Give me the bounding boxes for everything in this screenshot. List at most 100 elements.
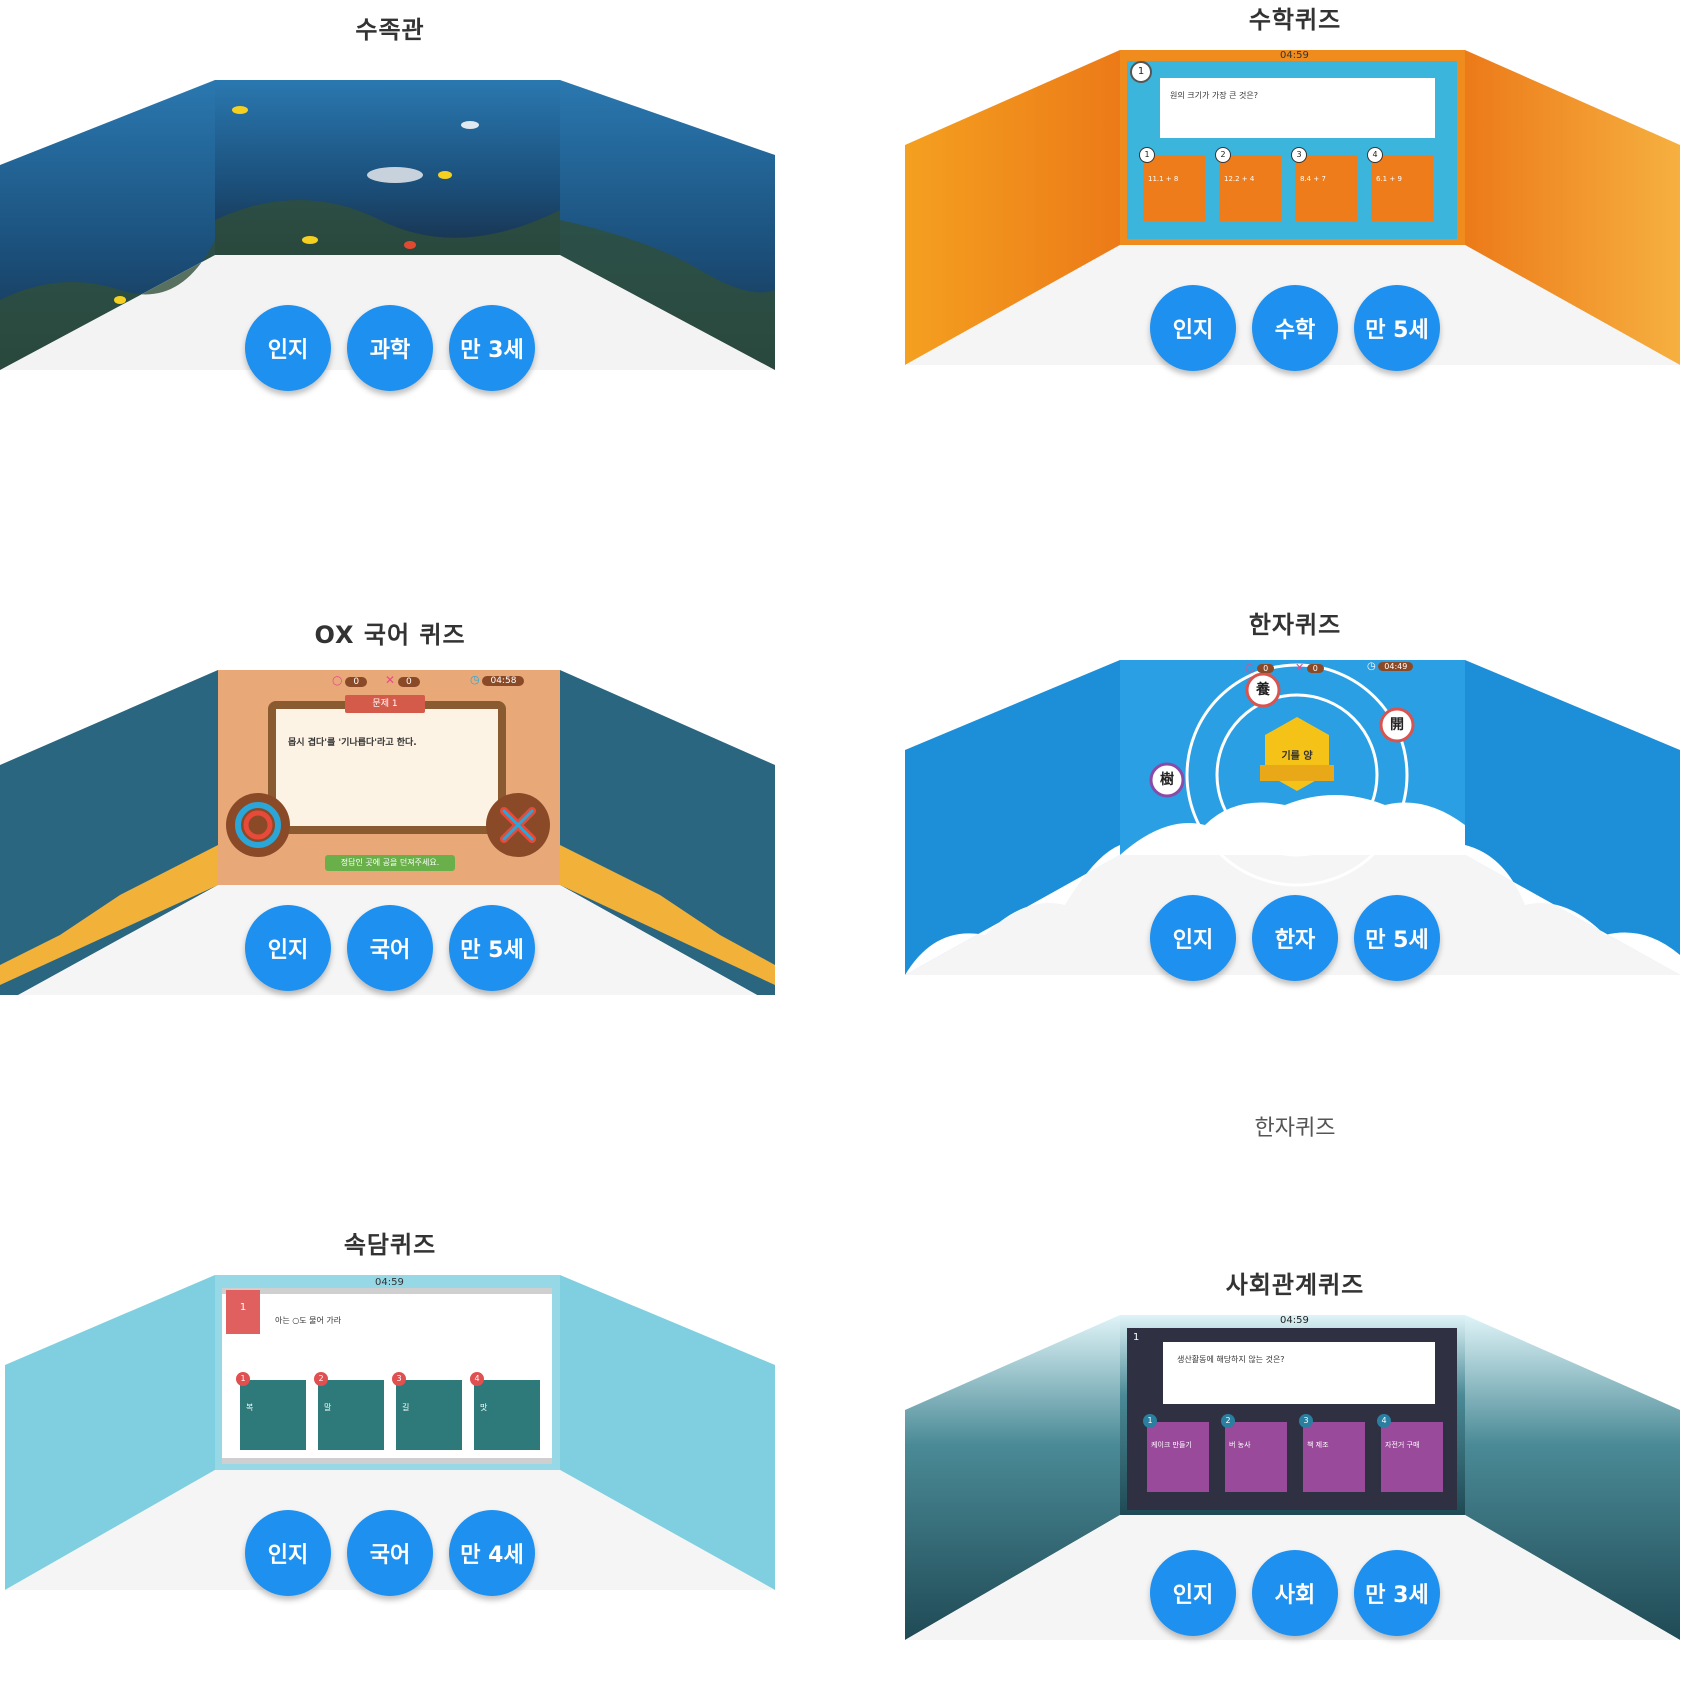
- option-text: 11.1 + 8: [1148, 175, 1179, 183]
- tag-age[interactable]: 만 5세: [449, 905, 535, 991]
- question-number: 1: [239, 1302, 247, 1313]
- tag-subject[interactable]: 수학: [1252, 285, 1338, 371]
- timer-badge: ◷ 04:49: [1367, 661, 1414, 672]
- option-number: 3: [1299, 1414, 1313, 1428]
- answer-option[interactable]: 2 말: [314, 1372, 384, 1450]
- answer-option[interactable]: 2 12.2 + 4: [1215, 147, 1281, 221]
- question-number-ribbon: 1: [226, 1290, 260, 1334]
- option-text: 맛: [480, 1403, 488, 1412]
- card-title: 사회관계퀴즈: [1225, 1271, 1365, 1299]
- answer-options: 1 복 2 말 3 길 4 맛: [236, 1372, 540, 1452]
- answer-option[interactable]: 4 6.1 + 9: [1367, 147, 1433, 221]
- option-text: 책 제조: [1307, 1441, 1329, 1449]
- option-number: 1: [1143, 1414, 1157, 1428]
- answer-option[interactable]: 4 자전거 구매: [1377, 1414, 1443, 1492]
- answer-option[interactable]: 3 8.4 + 7: [1291, 147, 1357, 221]
- option-text: 12.2 + 4: [1224, 175, 1255, 183]
- tag-category[interactable]: 인지: [245, 1510, 331, 1596]
- option-text: 길: [402, 1403, 410, 1412]
- option-text: 6.1 + 9: [1376, 175, 1402, 183]
- tag-list: 인지 국어 만 5세: [0, 905, 780, 991]
- option-text: 8.4 + 7: [1300, 175, 1326, 183]
- answer-option[interactable]: 4 맛: [470, 1372, 540, 1450]
- tag-category[interactable]: 인지: [245, 905, 331, 991]
- tag-subject[interactable]: 국어: [347, 905, 433, 991]
- card-title: 수족관: [355, 16, 425, 44]
- answer-option[interactable]: 1 복: [236, 1372, 306, 1450]
- content-card-social-quiz[interactable]: 사회관계퀴즈 04:59 1 생산활동에 해당하지 않는 것은? 1 케이크 만…: [905, 1265, 1685, 1685]
- option-number: 3: [1291, 147, 1307, 163]
- tag-category[interactable]: 인지: [1150, 895, 1236, 981]
- content-card-hanja-quiz[interactable]: 한자퀴즈 養 開 樹 기를 양 ○ 0 ✕ 0 ◷ 04:49 인지 한자 만 …: [905, 605, 1685, 1025]
- timer-value: 04:58: [482, 676, 525, 686]
- option-number: 2: [314, 1372, 328, 1386]
- clock-icon: ◷: [1367, 661, 1376, 672]
- question-text: 몹시 겹다'를 '기나릅다'라고 한다.: [288, 738, 417, 748]
- answer-option[interactable]: 2 버 농사: [1221, 1414, 1287, 1492]
- answer-option[interactable]: 1 케이크 만들기: [1143, 1414, 1209, 1492]
- tag-list: 인지 수학 만 5세: [905, 285, 1685, 371]
- tag-age[interactable]: 만 3세: [1354, 1550, 1440, 1636]
- option-text: 버 농사: [1229, 1441, 1251, 1449]
- tag-list: 인지 과학 만 3세: [0, 305, 780, 391]
- question-box: 생산활동에 해당하지 않는 것은?: [1163, 1342, 1435, 1404]
- hint-bar: 정답인 곳에 공을 던져주세요.: [325, 855, 455, 871]
- timer-value: 04:49: [1378, 662, 1414, 671]
- score-x-badge: ✕ 0: [385, 673, 420, 687]
- question-number: 1: [1133, 1332, 1140, 1343]
- tag-list: 인지 사회 만 3세: [905, 1550, 1685, 1636]
- hanja-char[interactable]: 養: [1254, 679, 1272, 699]
- tag-subject[interactable]: 국어: [347, 1510, 433, 1596]
- question-number: 1: [1137, 66, 1145, 77]
- score-x-value: 0: [1306, 664, 1324, 673]
- tag-subject[interactable]: 과학: [347, 305, 433, 391]
- quiz-timer: 04:59: [1280, 50, 1309, 61]
- hanja-char[interactable]: 樹: [1158, 769, 1176, 789]
- hanja-char[interactable]: 開: [1388, 714, 1406, 734]
- score-x-badge: ✕ 0: [1295, 661, 1324, 674]
- content-card-math-quiz[interactable]: 수학퀴즈 04:59 1 원의 크기가 가장 큰 것은? 1 11.1 + 8 …: [905, 0, 1685, 420]
- option-number: 1: [1139, 147, 1155, 163]
- option-text: 말: [324, 1403, 332, 1412]
- option-number: 3: [392, 1372, 406, 1386]
- tag-category[interactable]: 인지: [245, 305, 331, 391]
- clock-icon: ◷: [470, 673, 480, 686]
- option-number: 4: [1377, 1414, 1391, 1428]
- tag-age[interactable]: 만 5세: [1354, 285, 1440, 371]
- answer-options: 1 케이크 만들기 2 버 농사 3 책 제조 4 자전거 구매: [1143, 1414, 1447, 1494]
- content-card-aquarium[interactable]: 수족관 인지 과학 만 3세: [0, 5, 780, 425]
- answer-options: 1 11.1 + 8 2 12.2 + 4 3 8.4 + 7 4 6.1 + …: [1139, 147, 1443, 225]
- answer-option[interactable]: 1 11.1 + 8: [1139, 147, 1205, 221]
- o-icon: ○: [1245, 661, 1255, 674]
- score-o-badge: ○ 0: [332, 673, 368, 687]
- question-text: 생산활동에 해당하지 않는 것은?: [1177, 1355, 1285, 1364]
- answer-option[interactable]: 3 길: [392, 1372, 462, 1450]
- content-card-ox-korean-quiz[interactable]: OX 국어 퀴즈 ○ 0 ✕ 0 ◷ 04:58 문제 1 몹시 겹다'를 '기…: [0, 615, 780, 1035]
- option-number: 4: [1367, 147, 1383, 163]
- answer-option[interactable]: 3 책 제조: [1299, 1414, 1365, 1492]
- tag-list: 인지 국어 만 4세: [0, 1510, 780, 1596]
- tag-subject[interactable]: 한자: [1252, 895, 1338, 981]
- option-number: 2: [1215, 147, 1231, 163]
- extra-label: 한자퀴즈: [1254, 1116, 1336, 1141]
- option-text: 케이크 만들기: [1151, 1441, 1192, 1449]
- tag-age[interactable]: 만 4세: [449, 1510, 535, 1596]
- o-icon: ○: [332, 673, 343, 687]
- question-text: 아는 ○도 물어 가라: [275, 1316, 342, 1325]
- option-number: 2: [1221, 1414, 1235, 1428]
- option-number: 4: [470, 1372, 484, 1386]
- score-o-value: 0: [345, 677, 368, 687]
- score-o-badge: ○ 0: [1245, 661, 1275, 674]
- timer-badge: ◷ 04:58: [470, 673, 525, 686]
- content-card-proverb-quiz[interactable]: 속담퀴즈 04:59 1 아는 ○도 물어 가라 1 복 2 말 3 길 4 맛…: [0, 1225, 780, 1645]
- x-icon: ✕: [1295, 661, 1305, 674]
- tag-category[interactable]: 인지: [1150, 285, 1236, 371]
- tag-subject[interactable]: 사회: [1252, 1550, 1338, 1636]
- tag-age[interactable]: 만 5세: [1354, 895, 1440, 981]
- score-o-value: 0: [1257, 664, 1275, 673]
- quiz-timer: 04:59: [1280, 1315, 1309, 1326]
- card-title: 수학퀴즈: [1248, 6, 1342, 34]
- question-text: 원의 크기가 가장 큰 것은?: [1170, 91, 1259, 100]
- tag-age[interactable]: 만 3세: [449, 305, 535, 391]
- tag-category[interactable]: 인지: [1150, 1550, 1236, 1636]
